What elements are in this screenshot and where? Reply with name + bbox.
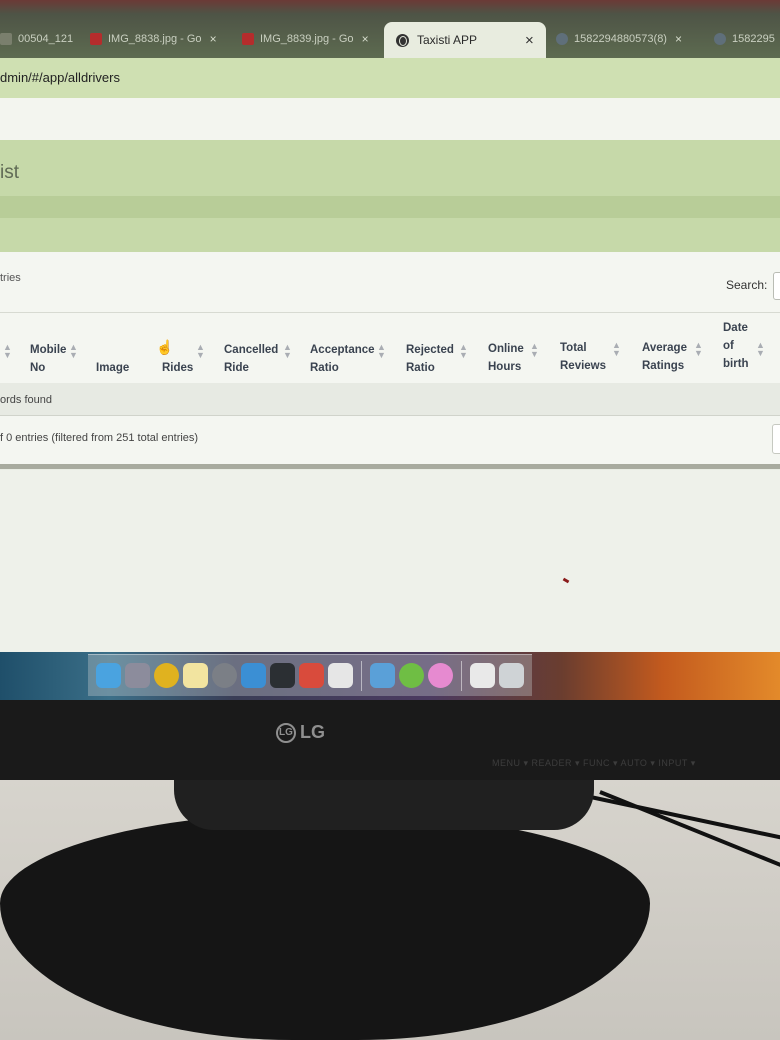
column-online-hours[interactable]: Online Hours bbox=[488, 340, 524, 376]
globe-icon bbox=[396, 33, 409, 47]
no-records-text: ords found bbox=[0, 394, 52, 406]
tab-label: 00504_121 bbox=[18, 33, 74, 45]
monitor-screen: 00504_121 × IMG_8838.jpg - Go × IMG_8839… bbox=[0, 0, 780, 700]
tab-3[interactable]: IMG_8839.jpg - Go × bbox=[242, 24, 380, 54]
drawing-app-icon[interactable] bbox=[299, 663, 324, 688]
macos-dock bbox=[88, 654, 532, 696]
app-top-bar bbox=[0, 98, 780, 140]
address-url[interactable]: dmin/#/app/alldrivers bbox=[0, 70, 120, 85]
image-favicon-icon bbox=[242, 33, 254, 45]
tab-close-icon[interactable]: × bbox=[525, 32, 534, 49]
page-header: ist bbox=[0, 140, 780, 252]
globe-icon bbox=[556, 33, 568, 45]
table-empty-row: ords found bbox=[0, 383, 780, 416]
tab-6[interactable]: 1582295 bbox=[714, 24, 780, 54]
pagination-button[interactable] bbox=[772, 424, 780, 454]
browser-tab-strip: 00504_121 × IMG_8838.jpg - Go × IMG_8839… bbox=[0, 0, 780, 58]
trash-icon[interactable] bbox=[499, 663, 524, 688]
column-cancelled-ride[interactable]: Cancelled Ride bbox=[224, 341, 278, 377]
brand-text: LG bbox=[300, 722, 325, 742]
tab-5[interactable]: 1582294880573(8) × bbox=[556, 24, 706, 54]
table-info-text: f 0 entries (filtered from 251 total ent… bbox=[0, 432, 199, 444]
column-rejected-ratio[interactable]: Rejected Ratio bbox=[406, 341, 454, 377]
tab-1[interactable]: 00504_121 × bbox=[0, 24, 80, 54]
table-header-row: ▲ ▼ Mobile No ▲ ▼ Image Rides ☝ ▲ ▼ Cancelle… bbox=[0, 312, 780, 384]
column-acceptance-ratio[interactable]: Acceptance Ratio bbox=[310, 341, 375, 377]
tab-favicon-icon bbox=[0, 33, 12, 45]
sort-arrows-icon[interactable]: ▲ ▼ bbox=[756, 341, 765, 358]
sort-arrows-icon[interactable]: ▲ ▼ bbox=[377, 343, 386, 360]
sort-arrows-icon[interactable]: ▲ ▼ bbox=[459, 343, 468, 360]
sort-arrows-icon[interactable]: ▲ ▼ bbox=[612, 341, 621, 358]
hand-cursor-icon: ☝ bbox=[156, 339, 174, 355]
chrome-icon[interactable] bbox=[154, 663, 179, 688]
tab-label: 1582294880573(8) bbox=[574, 33, 667, 45]
tab-label: IMG_8839.jpg - Go bbox=[260, 33, 354, 45]
photos-icon[interactable] bbox=[370, 663, 395, 688]
monitor-button-labels: MENU ▾ READER ▾ FUNC ▾ AUTO ▾ INPUT ▾ bbox=[492, 758, 696, 768]
tab-label: 1582295 bbox=[732, 33, 775, 45]
sort-arrows-icon[interactable]: ▲ ▼ bbox=[69, 343, 78, 360]
sort-arrows-icon[interactable]: ▲ ▼ bbox=[3, 343, 12, 360]
sort-arrows-icon[interactable]: ▲ ▼ bbox=[694, 341, 703, 358]
sort-arrows-icon[interactable]: ▲ ▼ bbox=[530, 342, 539, 359]
tab-close-icon[interactable]: × bbox=[362, 32, 369, 46]
lg-logo: LG LG bbox=[276, 722, 325, 743]
column-average-ratings[interactable]: Average Ratings bbox=[642, 339, 687, 375]
tab-2[interactable]: IMG_8838.jpg - Go × bbox=[90, 24, 230, 54]
column-date-of-birth[interactable]: Date of birth bbox=[723, 319, 749, 373]
textedit-icon[interactable] bbox=[328, 663, 353, 688]
drivers-table-card: tries Search: ▲ ▼ Mobile No ▲ ▼ Image Rides… bbox=[0, 252, 780, 469]
globe-icon bbox=[714, 33, 726, 45]
search-input[interactable] bbox=[773, 272, 780, 300]
sort-arrows-icon[interactable]: ▲ ▼ bbox=[283, 343, 292, 360]
tab-close-icon[interactable]: × bbox=[675, 32, 682, 46]
upwork-icon[interactable] bbox=[399, 663, 424, 688]
xcode-icon[interactable] bbox=[241, 663, 266, 688]
tab-taxisti-app[interactable]: Taxisti APP × bbox=[384, 22, 546, 58]
tab-label: IMG_8838.jpg - Go bbox=[108, 33, 202, 45]
lg-logo-mark: LG bbox=[276, 722, 296, 743]
tab-label: Taxisti APP bbox=[417, 33, 478, 47]
address-bar[interactable]: dmin/#/app/alldrivers bbox=[0, 58, 780, 99]
tab-close-icon[interactable]: × bbox=[210, 32, 217, 46]
column-mobile-no[interactable]: Mobile No bbox=[30, 341, 66, 377]
entries-length-label: tries bbox=[0, 272, 21, 284]
column-rides[interactable]: Rides bbox=[162, 359, 193, 377]
dock-separator bbox=[461, 660, 462, 691]
system-preferences-icon[interactable] bbox=[212, 663, 237, 688]
dock-separator bbox=[361, 660, 362, 691]
finder-icon[interactable] bbox=[96, 663, 121, 688]
column-total-reviews[interactable]: Total Reviews bbox=[560, 339, 606, 375]
terminal-icon[interactable] bbox=[270, 663, 295, 688]
breadcrumb-strip bbox=[0, 196, 780, 218]
itunes-icon[interactable] bbox=[428, 663, 453, 688]
notes-icon[interactable] bbox=[183, 663, 208, 688]
page-title: ist bbox=[0, 162, 19, 183]
sort-arrows-icon[interactable]: ▲ ▼ bbox=[196, 343, 205, 360]
launchpad-icon[interactable] bbox=[125, 663, 150, 688]
page-blank-area bbox=[0, 470, 780, 660]
documents-icon[interactable] bbox=[470, 663, 495, 688]
card-divider bbox=[0, 464, 780, 469]
search-label: Search: bbox=[726, 278, 768, 292]
image-favicon-icon bbox=[90, 33, 102, 45]
column-image: Image bbox=[96, 362, 130, 374]
